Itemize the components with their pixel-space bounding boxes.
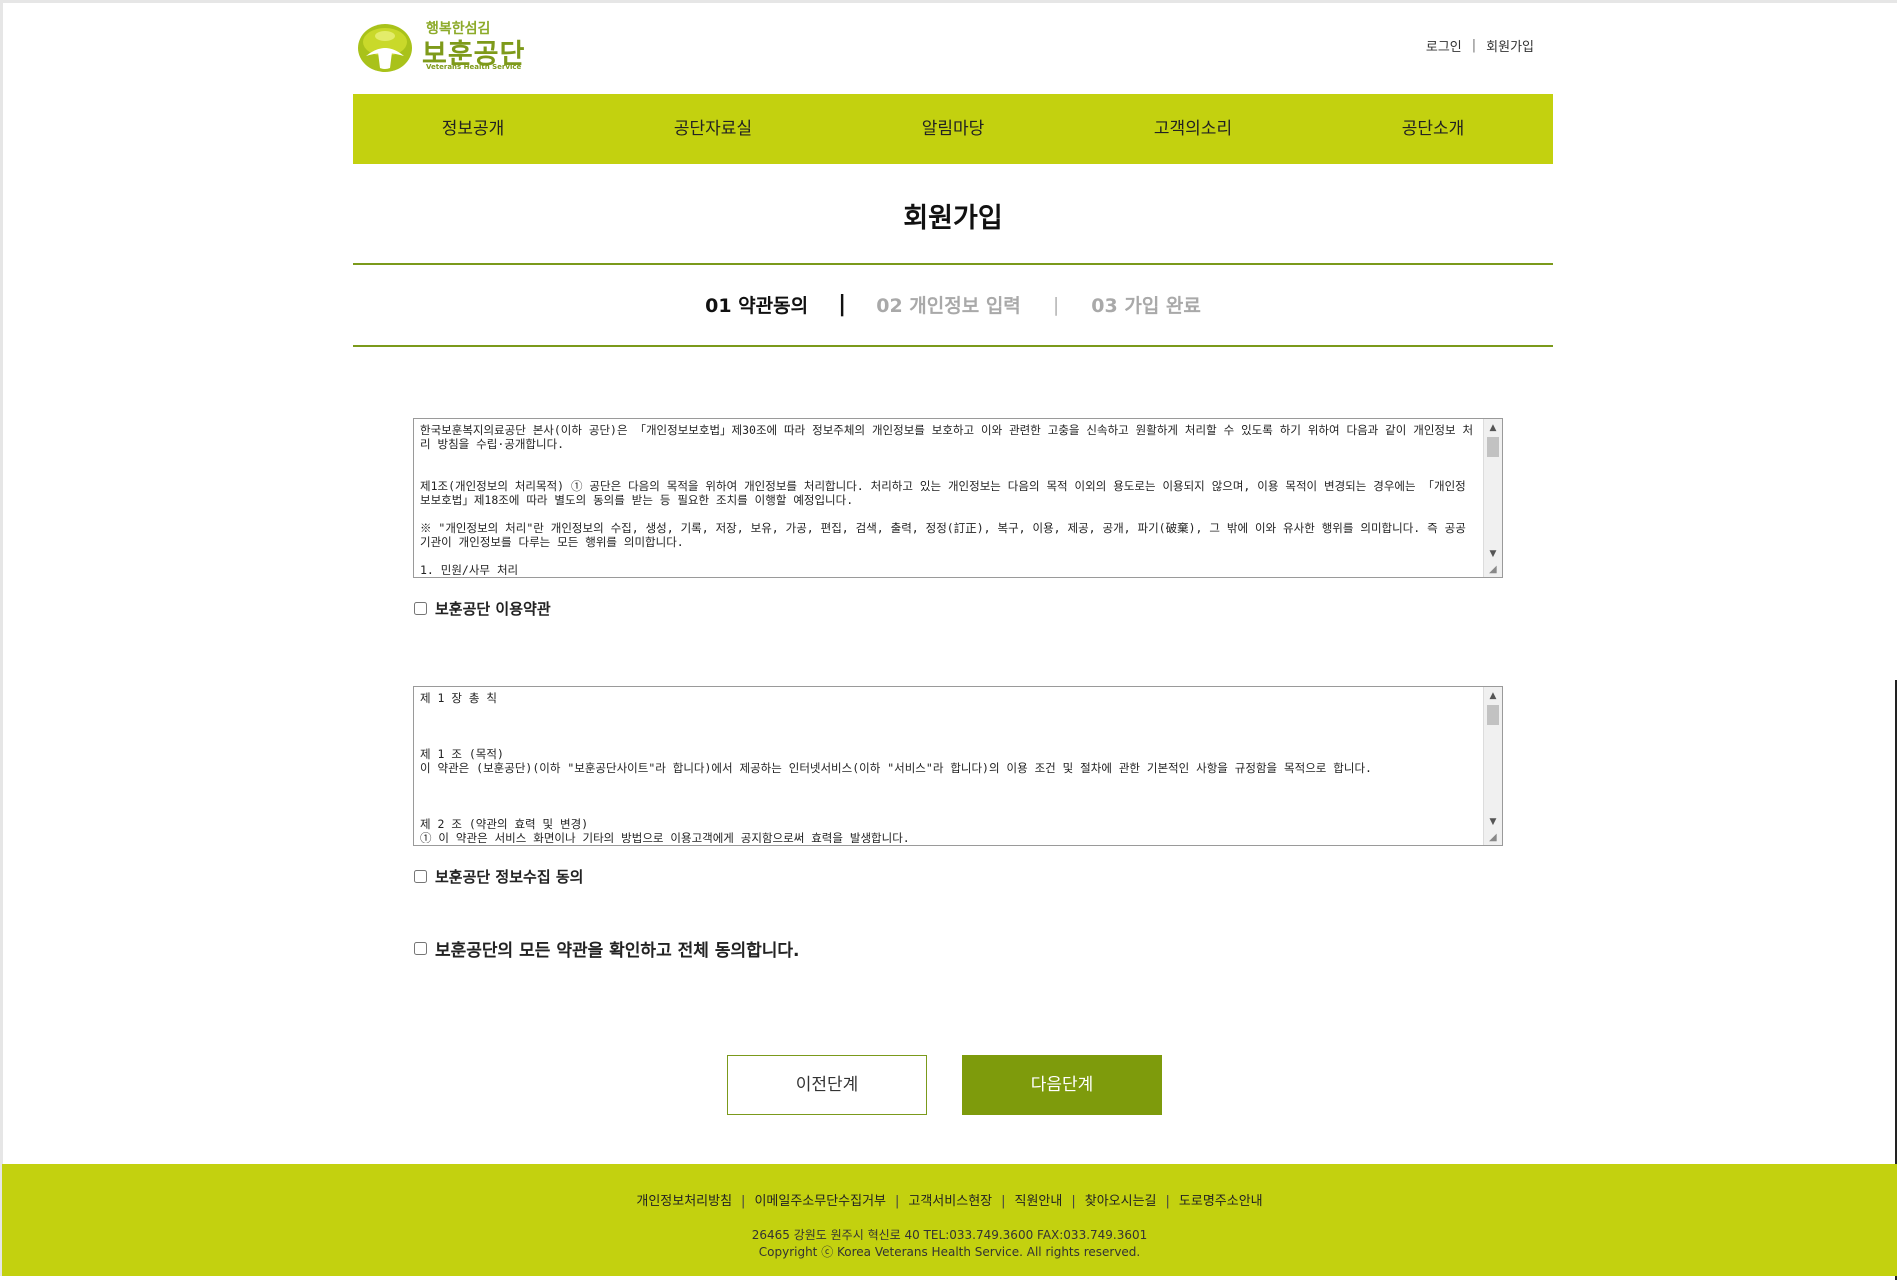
next-step-button[interactable]: 다음단계: [962, 1055, 1162, 1115]
scroll-up-icon[interactable]: ▲: [1484, 419, 1502, 437]
scroll-down-icon[interactable]: ▼: [1484, 813, 1502, 831]
footer-links: 개인정보처리방침 | 이메일주소무단수집거부 | 고객서비스현장 | 직원안내 | 찾아오시는길…: [2, 1190, 1897, 1209]
window-top-border: [0, 0, 1897, 3]
logo-english: Veterans Health Service: [426, 63, 522, 71]
page-title: 회원가입: [903, 203, 1003, 234]
logo-emblem-icon: [358, 24, 412, 72]
step-2-info: 02 개인정보 입력: [876, 295, 1021, 317]
collect-agree-label: 보훈공단 정보수집 동의: [435, 868, 584, 886]
footer-address: 26465 강원도 원주시 혁신로 40 TEL:033.749.3600 FA…: [751, 1228, 1148, 1242]
step-separator: |: [1052, 293, 1060, 316]
footer-separator: |: [1001, 1194, 1006, 1209]
step-3-complete: 03 가입 완료: [1091, 295, 1201, 317]
footer-link-privacy[interactable]: 개인정보처리방침: [636, 1194, 732, 1209]
footer-separator: |: [741, 1194, 746, 1209]
textarea-scrollbar[interactable]: ▲ ▼: [1483, 687, 1502, 845]
footer-link-service-charter[interactable]: 고객서비스현장: [908, 1194, 992, 1209]
privacy-policy-text: 한국보훈복지의료공단 본사(이하 공단)은 「개인정보보호법」제30조에 따라 …: [420, 423, 1474, 575]
steps-divider: [353, 345, 1553, 347]
step-indicator: 01 약관동의 | 02 개인정보 입력 | 03 가입 완료: [0, 291, 1897, 318]
footer-link-road-address[interactable]: 도로명주소안내: [1179, 1194, 1263, 1209]
usage-terms-textarea[interactable]: 제 1 장 총 칙 제 1 조 (목적) 이 약관은 (보훈공단)(이하 "보훈…: [413, 686, 1503, 846]
footer-copyright: Copyright ⓒ Korea Veterans Health Servic…: [758, 1245, 1141, 1259]
collect-agree-row[interactable]: 보훈공단 정보수집 동의: [414, 866, 583, 887]
scroll-down-icon[interactable]: ▼: [1484, 545, 1502, 563]
nav-item-about[interactable]: 공단소개: [1313, 94, 1553, 164]
util-separator: |: [1471, 38, 1477, 53]
scroll-up-icon[interactable]: ▲: [1484, 687, 1502, 705]
footer-separator: |: [1071, 1194, 1076, 1209]
terms-agree-checkbox[interactable]: [414, 602, 427, 615]
footer-link-staff[interactable]: 직원안내: [1015, 1194, 1063, 1209]
resize-handle-icon[interactable]: ◢: [1489, 832, 1501, 844]
all-agree-checkbox[interactable]: [414, 942, 427, 955]
all-agree-row[interactable]: 보훈공단의 모든 약관을 확인하고 전체 동의합니다.: [414, 936, 800, 961]
footer: 개인정보처리방침 | 이메일주소무단수집거부 | 고객서비스현장 | 직원안내 | 찾아오시는길…: [2, 1164, 1897, 1276]
textarea-scrollbar[interactable]: ▲ ▼: [1483, 419, 1502, 577]
title-divider: [353, 263, 1553, 265]
prev-step-button[interactable]: 이전단계: [727, 1055, 927, 1115]
nav-item-info-disclosure[interactable]: 정보공개: [353, 94, 593, 164]
footer-separator: |: [895, 1194, 900, 1209]
util-nav: 로그인 | 회원가입: [1426, 36, 1534, 55]
signup-link[interactable]: 회원가입: [1486, 36, 1534, 55]
login-link[interactable]: 로그인: [1426, 36, 1462, 55]
footer-separator: |: [1165, 1194, 1170, 1209]
step-separator: |: [838, 292, 847, 317]
privacy-policy-textarea[interactable]: 한국보훈복지의료공단 본사(이하 공단)은 「개인정보보호법」제30조에 따라 …: [413, 418, 1503, 578]
footer-link-directions[interactable]: 찾아오시는길: [1085, 1194, 1157, 1209]
all-agree-label: 보훈공단의 모든 약관을 확인하고 전체 동의합니다.: [435, 941, 800, 961]
step-1-terms: 01 약관동의: [705, 295, 809, 317]
site-logo[interactable]: 행복한섬김 보훈공단 Veterans Health Service: [356, 18, 524, 74]
scroll-thumb[interactable]: [1487, 437, 1499, 457]
usage-terms-text: 제 1 장 총 칙 제 1 조 (목적) 이 약관은 (보훈공단)(이하 "보훈…: [420, 691, 1372, 843]
nav-item-customer-voice[interactable]: 고객의소리: [1073, 94, 1313, 164]
nav-item-notice[interactable]: 알림마당: [833, 94, 1073, 164]
scroll-thumb[interactable]: [1487, 705, 1499, 725]
footer-link-email-refusal[interactable]: 이메일주소무단수집거부: [754, 1194, 886, 1209]
window-left-border: [0, 0, 3, 1276]
nav-item-data-room[interactable]: 공단자료실: [593, 94, 833, 164]
resize-handle-icon[interactable]: ◢: [1489, 564, 1501, 576]
terms-agree-label: 보훈공단 이용약관: [435, 600, 551, 618]
main-nav: 정보공개 공단자료실 알림마당 고객의소리 공단소개: [353, 94, 1553, 164]
collect-agree-checkbox[interactable]: [414, 870, 427, 883]
terms-agree-row[interactable]: 보훈공단 이용약관: [414, 598, 551, 619]
